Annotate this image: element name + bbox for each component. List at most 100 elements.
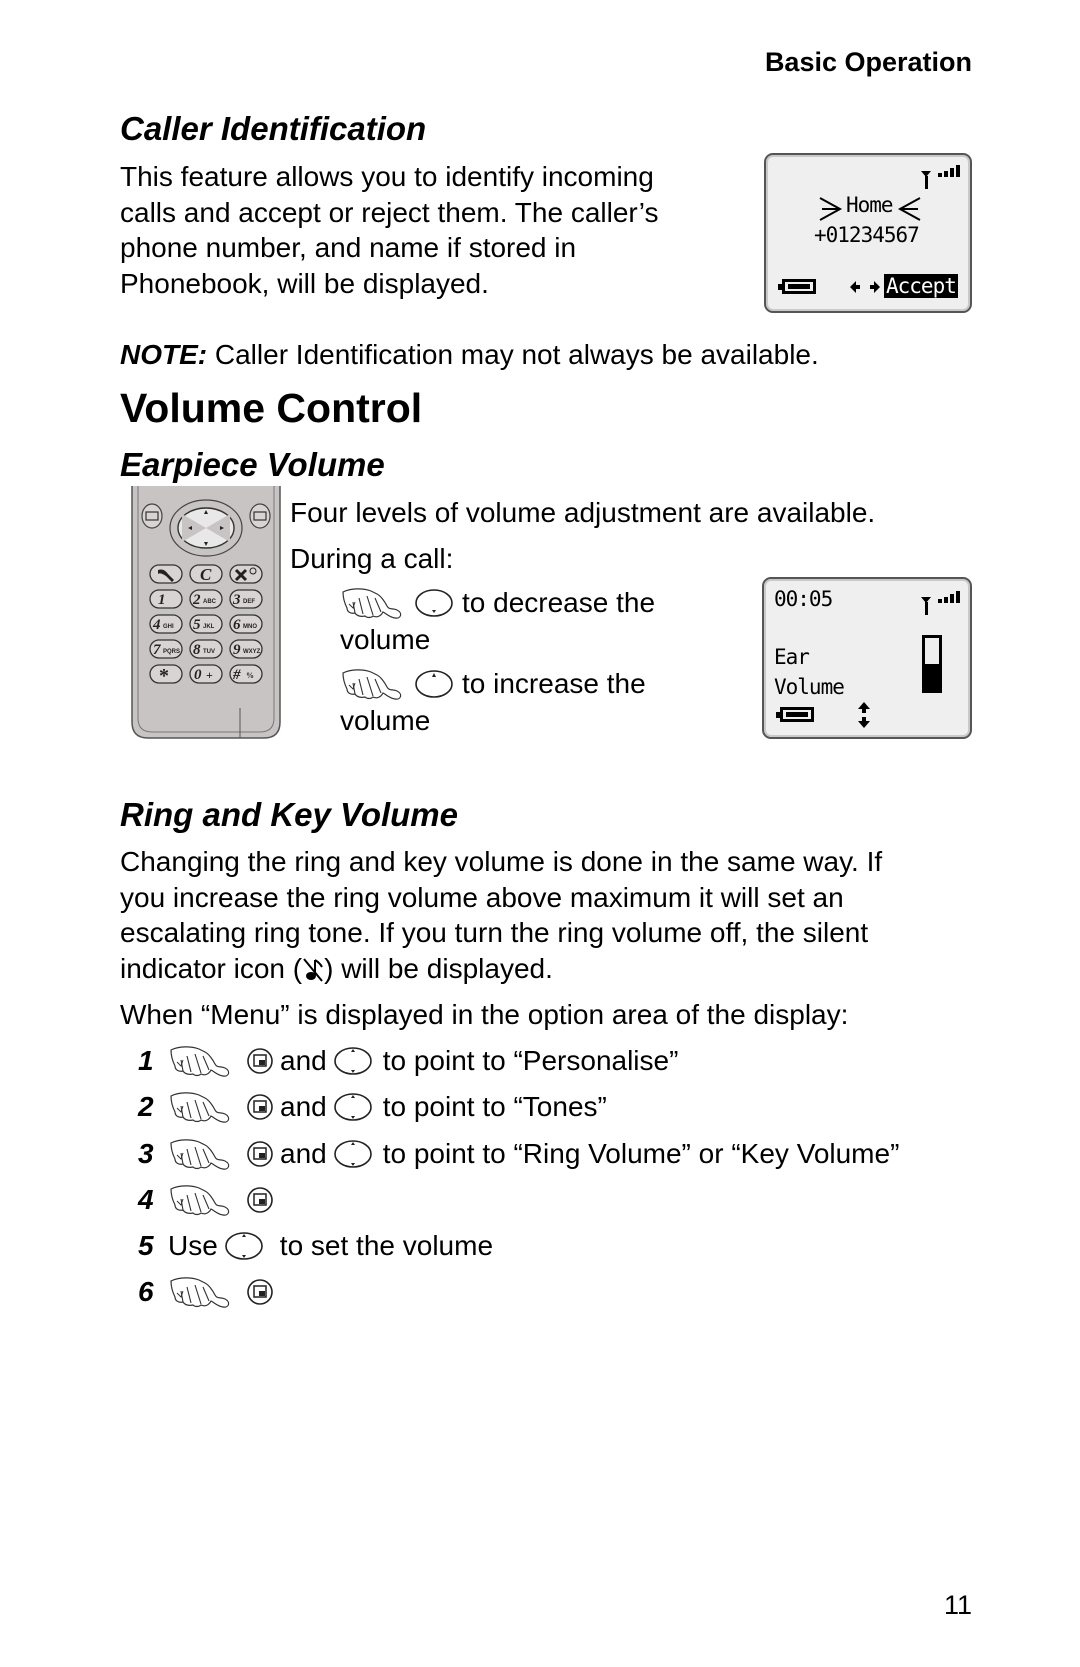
step-number: 1: [138, 1045, 154, 1076]
signal-strength-icon: [921, 591, 960, 615]
text-line: This feature allows you to identify inco…: [120, 161, 654, 192]
step-6: 6: [138, 1272, 274, 1312]
step-5: 5 Use to set the volume: [138, 1226, 493, 1266]
svg-text:9: 9: [233, 642, 241, 658]
nav-up-down-key-icon: [224, 1231, 264, 1261]
screen-label-volume: Volume: [774, 675, 845, 699]
up-down-arrows-icon: [858, 702, 870, 728]
increase-text-cont: volume: [340, 705, 431, 736]
caller-id-description: This feature allows you to identify inco…: [120, 159, 658, 301]
svg-text:*: *: [159, 665, 169, 687]
nav-down-key-icon: [414, 588, 454, 618]
accept-softkey[interactable]: Accept: [884, 274, 958, 298]
caller-name: Home: [846, 193, 894, 217]
menu-intro: When “Menu” is displayed in the option a…: [120, 999, 849, 1030]
svg-text:4: 4: [152, 617, 161, 633]
key-row-4: 7 PQRS 8 TUV 9 WXYZ: [149, 639, 263, 659]
svg-text:TUV: TUV: [203, 649, 215, 655]
svg-text:%: %: [246, 671, 254, 680]
silent-indicator-icon: [303, 957, 323, 982]
svg-text:C: C: [200, 565, 212, 584]
svg-text:2: 2: [192, 592, 201, 608]
text-line: indicator icon ( ) will be displayed.: [120, 951, 980, 987]
caller-id-screen: Home +01234567 Accept: [764, 153, 972, 313]
key-row-3: 4 GHI 5 JKL 6 MNO: [149, 614, 263, 634]
step-pre-text: Use: [168, 1230, 218, 1261]
step-number: 5: [138, 1230, 154, 1261]
note-text: Caller Identification may not always be …: [207, 339, 819, 370]
note-label: NOTE:: [120, 339, 208, 370]
step-text: to set the volume: [279, 1230, 494, 1261]
step-number: 6: [138, 1276, 154, 1307]
key-row-1: C: [149, 564, 263, 584]
key-row-2: 1 2 ABC 3 DEF: [149, 589, 263, 609]
text-line: escalating ring tone. If you turn the ri…: [120, 917, 869, 948]
svg-text:3: 3: [232, 592, 241, 608]
text-line: Phonebook, will be displayed.: [120, 267, 489, 299]
phone-keypad-illustration: C 1 2 ABC 3 DEF 4 GHI 5 JKL 6 MNO 7 PQRS 8 TUV: [131, 486, 281, 739]
svg-text:PQRS: PQRS: [163, 649, 180, 655]
svg-text:7: 7: [153, 642, 161, 658]
ring-key-description: Changing the ring and key volume is done…: [120, 844, 980, 986]
ringing-right-icon: [897, 197, 921, 221]
ringing-left-icon: [819, 197, 843, 221]
during-call-label: During a call:: [290, 543, 454, 574]
increase-instruction: to increase the: [340, 666, 646, 702]
volume-control-heading: Volume Control: [120, 385, 423, 431]
svg-text:#: #: [232, 667, 241, 683]
svg-text:WXYZ: WXYZ: [243, 649, 261, 655]
menu-key: [249, 503, 271, 529]
menu-key-icon: [246, 1140, 274, 1168]
nav-up-down-key-icon: [333, 1139, 373, 1169]
step-number: 2: [138, 1091, 154, 1122]
step-number: 4: [138, 1184, 154, 1215]
phonebook-key: [141, 503, 163, 529]
press-hand-icon: [168, 1183, 234, 1217]
call-timer: 00:05: [774, 587, 833, 611]
svg-text:JKL: JKL: [203, 624, 215, 630]
svg-text:+: +: [206, 668, 213, 682]
text-line: phone number, and name if stored in: [120, 232, 577, 263]
caller-number: +01234567: [814, 223, 920, 247]
battery-icon: [778, 279, 816, 294]
volume-level-meter: [922, 635, 942, 693]
press-hand-icon: [168, 1044, 234, 1078]
and-text: and: [280, 1138, 327, 1169]
caller-id-note: NOTE: Caller Identification may not alwa…: [120, 337, 819, 373]
left-right-arrows-icon: [850, 281, 880, 293]
decrease-text-cont: volume: [340, 624, 431, 655]
text-line: Changing the ring and key volume is done…: [120, 846, 883, 877]
caller-id-heading: Caller Identification: [120, 110, 427, 147]
step-2: 2 and to point to “Tones”: [138, 1087, 607, 1127]
decrease-instruction: to decrease the: [340, 585, 655, 621]
svg-text:8: 8: [193, 642, 201, 658]
svg-text:MNO: MNO: [243, 624, 257, 630]
page-number: 11: [943, 1590, 972, 1620]
ring-key-volume-heading: Ring and Key Volume: [120, 796, 458, 833]
menu-key-icon: [246, 1278, 274, 1306]
svg-text:0: 0: [194, 667, 202, 683]
and-text: and: [280, 1091, 327, 1122]
step-3: 3 and to point to “Ring Volume” or “Key …: [138, 1134, 899, 1174]
menu-key-icon: [246, 1186, 274, 1214]
text-line: calls and accept or reject them. The cal…: [120, 196, 659, 228]
increase-text: to increase the: [462, 668, 646, 699]
svg-text:6: 6: [233, 617, 241, 633]
decrease-text: to decrease the: [462, 587, 656, 618]
running-header: Basic Operation: [764, 47, 972, 77]
text-fragment: indicator icon (: [120, 952, 303, 984]
step-text: to point to “Personalise”: [382, 1045, 679, 1076]
text-line: you increase the ring volume above maxim…: [120, 881, 844, 913]
battery-icon: [776, 707, 814, 722]
step-1: 1 and to point to “Personalise”: [138, 1041, 678, 1081]
screen-label-ear: Ear: [774, 645, 810, 669]
svg-text:GHI: GHI: [163, 624, 174, 630]
press-hand-icon: [340, 586, 406, 620]
earpiece-intro: Four levels of volume adjustment are ava…: [290, 497, 876, 528]
step-number: 3: [138, 1138, 154, 1169]
svg-text:ABC: ABC: [203, 599, 217, 605]
nav-up-down-key-icon: [333, 1092, 373, 1122]
step-text: to point to “Ring Volume” or “Key Volume…: [382, 1138, 900, 1169]
press-hand-icon: [168, 1275, 234, 1309]
step-text: to point to “Tones”: [382, 1091, 607, 1122]
